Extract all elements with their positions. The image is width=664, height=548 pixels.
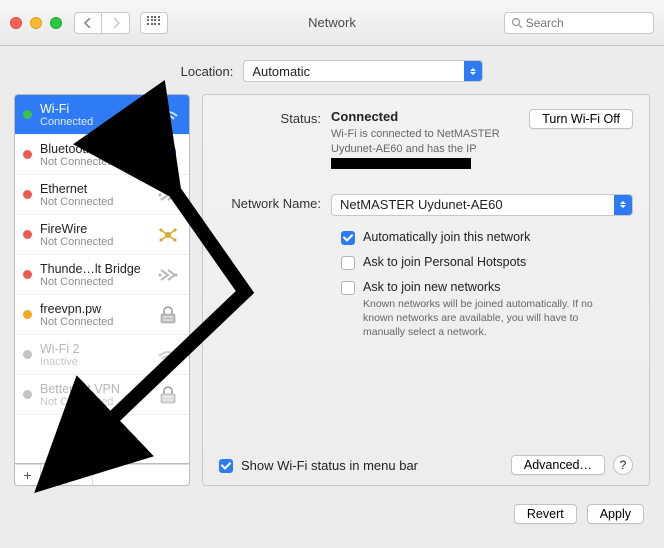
nav-buttons bbox=[74, 12, 130, 34]
menubar-label: Show Wi-Fi status in menu bar bbox=[241, 458, 503, 473]
network-name-value: NetMASTER Uydunet-AE60 bbox=[332, 197, 614, 212]
service-status: Connected bbox=[40, 116, 147, 128]
service-status: Not Connected bbox=[40, 196, 147, 208]
ethernet-icon bbox=[155, 184, 181, 206]
new-networks-label: Ask to join new networks bbox=[363, 280, 623, 294]
auto-join-checkbox[interactable] bbox=[341, 231, 355, 245]
hotspot-label: Ask to join Personal Hotspots bbox=[363, 255, 526, 269]
search-field[interactable] bbox=[504, 12, 654, 34]
auto-join-row: Automatically join this network bbox=[341, 230, 633, 245]
forward-button[interactable] bbox=[102, 12, 130, 34]
close-window[interactable] bbox=[10, 17, 22, 29]
chevron-updown-icon bbox=[614, 195, 632, 215]
service-status: Not Connected bbox=[40, 156, 147, 168]
add-service-button[interactable]: + bbox=[15, 465, 41, 485]
lock-icon bbox=[155, 304, 181, 326]
sidebar-toolbar: + − ✱ bbox=[14, 464, 190, 486]
service-item[interactable]: FireWire Not Connected bbox=[15, 215, 189, 255]
status-label: Status: bbox=[219, 109, 331, 126]
grid-icon bbox=[147, 16, 161, 30]
back-button[interactable] bbox=[74, 12, 102, 34]
service-item[interactable]: Betternet VPN Not Connected bbox=[15, 375, 189, 415]
ethernet-icon bbox=[155, 264, 181, 286]
service-name: freevpn.pw bbox=[40, 302, 147, 316]
location-select[interactable]: Automatic bbox=[243, 60, 483, 82]
search-icon bbox=[511, 17, 522, 29]
search-input[interactable] bbox=[526, 16, 647, 30]
status-dot bbox=[23, 310, 32, 319]
new-networks-checkbox[interactable] bbox=[341, 281, 355, 295]
service-item[interactable]: Thunde…lt Bridge Not Connected bbox=[15, 255, 189, 295]
service-name: Bluetooth PAN bbox=[40, 142, 147, 156]
service-item[interactable]: Wi-Fi 2 Inactive bbox=[15, 335, 189, 375]
service-name: Wi-Fi bbox=[40, 102, 147, 116]
status-dot bbox=[23, 350, 32, 359]
hotspot-checkbox[interactable] bbox=[341, 256, 355, 270]
status-dot bbox=[23, 110, 32, 119]
menubar-checkbox[interactable] bbox=[219, 459, 233, 473]
service-status: Inactive bbox=[40, 356, 147, 368]
new-networks-row: Ask to join new networks Known networks … bbox=[341, 280, 633, 340]
status-dot bbox=[23, 270, 32, 279]
service-action-button[interactable]: ✱ bbox=[67, 465, 93, 485]
service-item[interactable]: Wi-Fi Connected bbox=[15, 95, 189, 135]
status-dot bbox=[23, 390, 32, 399]
show-all-button[interactable] bbox=[140, 12, 168, 34]
network-name-label: Network Name: bbox=[219, 194, 331, 211]
service-status: Not Connected bbox=[40, 316, 147, 328]
location-row: Location: Automatic bbox=[0, 46, 664, 94]
chevron-updown-icon bbox=[464, 61, 482, 81]
traffic-lights bbox=[10, 17, 62, 29]
status-dot bbox=[23, 230, 32, 239]
redacted-ip bbox=[331, 158, 471, 169]
status-dot bbox=[23, 190, 32, 199]
remove-service-button[interactable]: − bbox=[41, 465, 67, 485]
new-networks-desc: Known networks will be joined automatica… bbox=[363, 297, 623, 340]
service-status: Not Connected bbox=[40, 396, 147, 408]
status-dot bbox=[23, 150, 32, 159]
footer: Revert Apply bbox=[0, 494, 664, 524]
service-name: Thunde…lt Bridge bbox=[40, 262, 147, 276]
svg-text:✱: ✱ bbox=[72, 470, 81, 481]
service-status: Not Connected bbox=[40, 236, 147, 248]
wifi-icon bbox=[155, 344, 181, 366]
firewire-icon bbox=[155, 224, 181, 246]
service-item[interactable]: Ethernet Not Connected bbox=[15, 175, 189, 215]
detail-panel: Status: Connected Wi-Fi is connected to … bbox=[202, 94, 650, 486]
status-description: Wi-Fi is connected to NetMASTER Uydunet-… bbox=[331, 127, 517, 172]
zoom-window[interactable] bbox=[50, 17, 62, 29]
network-name-select[interactable]: NetMASTER Uydunet-AE60 bbox=[331, 194, 633, 216]
help-button[interactable]: ? bbox=[613, 455, 633, 475]
auto-join-label: Automatically join this network bbox=[363, 230, 530, 244]
bluetooth-icon bbox=[155, 144, 181, 166]
service-name: Betternet VPN bbox=[40, 382, 147, 396]
hotspot-row: Ask to join Personal Hotspots bbox=[341, 255, 633, 270]
apply-button[interactable]: Apply bbox=[587, 504, 644, 524]
gear-icon: ✱ bbox=[72, 469, 88, 481]
titlebar: Network bbox=[0, 0, 664, 46]
revert-button[interactable]: Revert bbox=[514, 504, 577, 524]
location-value: Automatic bbox=[244, 64, 464, 79]
service-sidebar: Wi-Fi Connected Bluetooth PAN Not Connec… bbox=[14, 94, 190, 486]
service-status: Not Connected bbox=[40, 276, 147, 288]
wifi-toggle-button[interactable]: Turn Wi-Fi Off bbox=[529, 109, 633, 129]
advanced-button[interactable]: Advanced… bbox=[511, 455, 605, 475]
minimize-window[interactable] bbox=[30, 17, 42, 29]
service-item[interactable]: Bluetooth PAN Not Connected bbox=[15, 135, 189, 175]
window-title: Network bbox=[308, 15, 356, 30]
lock-icon bbox=[155, 384, 181, 406]
service-list[interactable]: Wi-Fi Connected Bluetooth PAN Not Connec… bbox=[14, 94, 190, 464]
location-label: Location: bbox=[181, 64, 234, 79]
service-item[interactable]: freevpn.pw Not Connected bbox=[15, 295, 189, 335]
service-name: Ethernet bbox=[40, 182, 147, 196]
status-value: Connected bbox=[331, 109, 517, 124]
service-name: FireWire bbox=[40, 222, 147, 236]
service-name: Wi-Fi 2 bbox=[40, 342, 147, 356]
wifi-icon bbox=[155, 104, 181, 126]
